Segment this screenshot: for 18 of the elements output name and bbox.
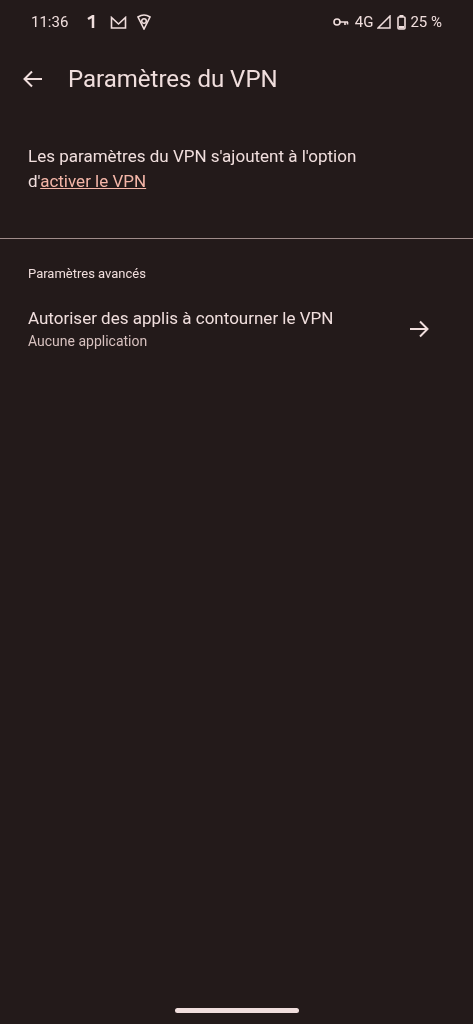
notification-one-icon — [86, 15, 97, 29]
item-subtitle: Aucune application — [28, 331, 149, 351]
network-type: 4G — [354, 11, 374, 33]
description-text: Les paramètres du VPN s'ajoutent à l'option d'activer le VPN — [27, 145, 358, 193]
key-icon — [332, 17, 349, 27]
signal-icon — [377, 15, 392, 29]
section-header: Paramètres avancés — [27, 265, 147, 283]
status-time: 11:36 — [31, 11, 69, 33]
battery-level: 25 % — [410, 11, 442, 33]
back-arrow-icon — [23, 70, 43, 88]
battery-icon — [397, 14, 407, 30]
arrow-right-icon — [409, 319, 429, 338]
activate-vpn-link[interactable]: activer le VPN — [40, 171, 147, 191]
shield-icon — [136, 14, 153, 30]
settings-item[interactable]: Autoriser des applis à contourner le VPN Aucune application — [0, 301, 473, 356]
mail-icon — [110, 15, 128, 29]
item-title: Autoriser des applis à contourner le VPN — [28, 306, 335, 330]
page-title: Paramètres du VPN — [68, 64, 278, 95]
